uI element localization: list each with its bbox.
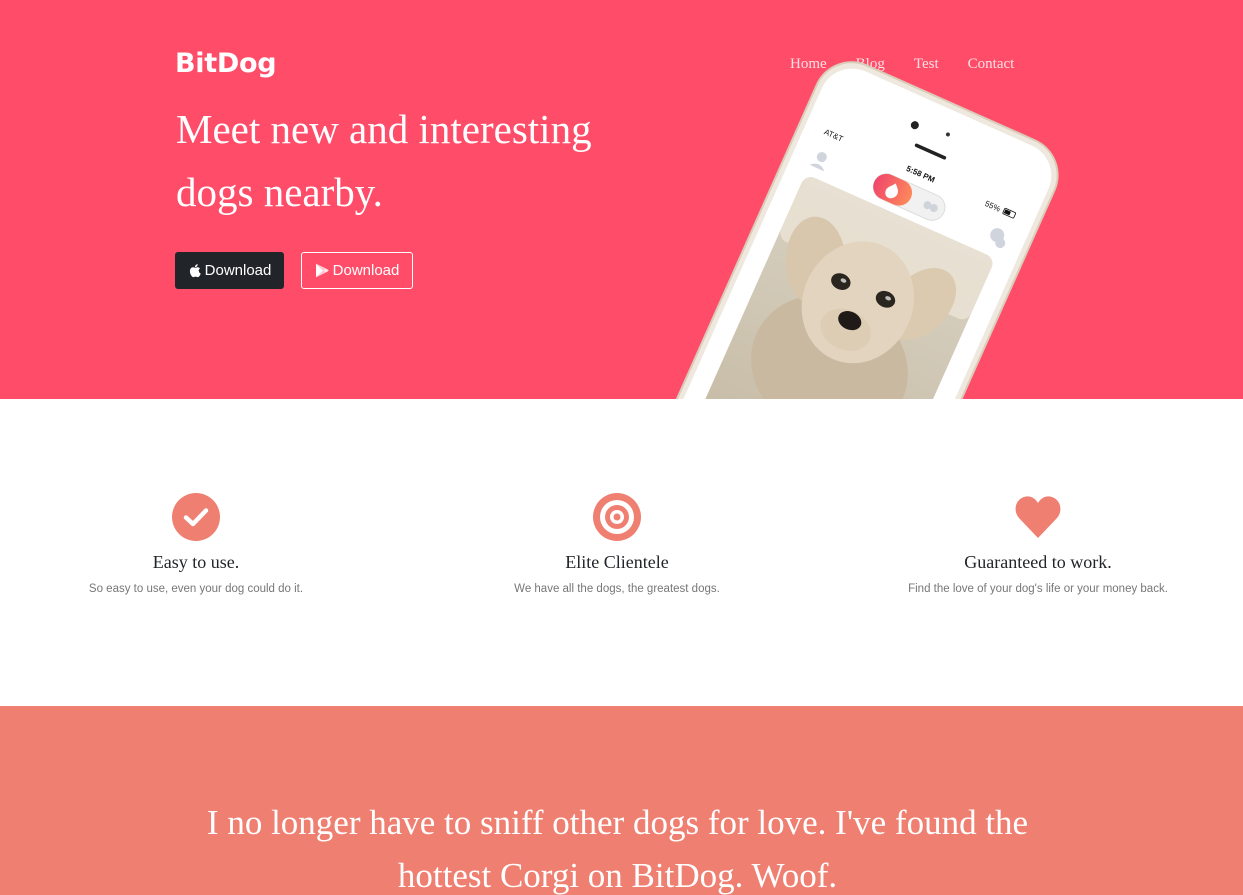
google-play-icon (315, 263, 329, 278)
phone-status-battery: 55% (983, 199, 1001, 214)
flame-icon (885, 183, 898, 199)
phone-status-carrier: AT&T (823, 127, 845, 143)
dog-photo-card (686, 177, 993, 399)
testimonial-quote: I no longer have to sniff other dogs for… (206, 803, 1029, 895)
heart-icon (1015, 496, 1061, 538)
phone-camera (910, 121, 919, 130)
brand-logo[interactable]: BitDog (175, 48, 277, 79)
nav-blog-link[interactable]: Blog (856, 56, 885, 73)
feature-title: Easy to use. (152, 552, 240, 572)
feature-guaranteed: Guaranteed to work. Find the love of you… (828, 492, 1243, 595)
top-nav: Home Blog Test Contact (790, 56, 1043, 73)
features-section: Easy to use. So easy to use, even your d… (0, 399, 1243, 706)
phone-status-time: 5:58 PM (905, 164, 937, 185)
profile-icon (809, 152, 827, 172)
nav-contact-link[interactable]: Contact (968, 56, 1015, 73)
feature-title: Elite Clientele (565, 552, 669, 572)
feature-easy-to-use: Easy to use. So easy to use, even your d… (0, 492, 406, 595)
dog-photo (750, 216, 957, 399)
bullseye-icon (593, 493, 641, 541)
feature-elite-clientele: Elite Clientele We have all the dogs, th… (407, 492, 827, 595)
apple-icon (188, 263, 201, 278)
hero-section: BitDog Home Blog Test Contact Meet new a… (0, 0, 1243, 399)
feature-description: So easy to use, even your dog could do i… (88, 583, 304, 595)
feature-title: Guaranteed to work. (964, 552, 1112, 572)
app-store-download-button[interactable]: Download (175, 252, 284, 289)
check-circle-icon (172, 493, 220, 541)
google-play-download-button[interactable]: Download (301, 252, 413, 289)
feature-description: We have all the dogs, the greatest dogs. (514, 583, 720, 595)
hero-headline: Meet new and interesting dogs nearby. (176, 106, 592, 215)
testimonial-section: I no longer have to sniff other dogs for… (0, 706, 1243, 895)
feature-description: Find the love of your dog's life or your… (908, 583, 1168, 595)
tinder-toggle (873, 173, 913, 206)
app-store-download-label: Download (204, 262, 272, 279)
nav-test-link[interactable]: Test (914, 56, 939, 73)
chat-icon (990, 228, 1006, 249)
nav-home-link[interactable]: Home (790, 56, 827, 73)
google-play-download-label: Download (332, 262, 400, 279)
